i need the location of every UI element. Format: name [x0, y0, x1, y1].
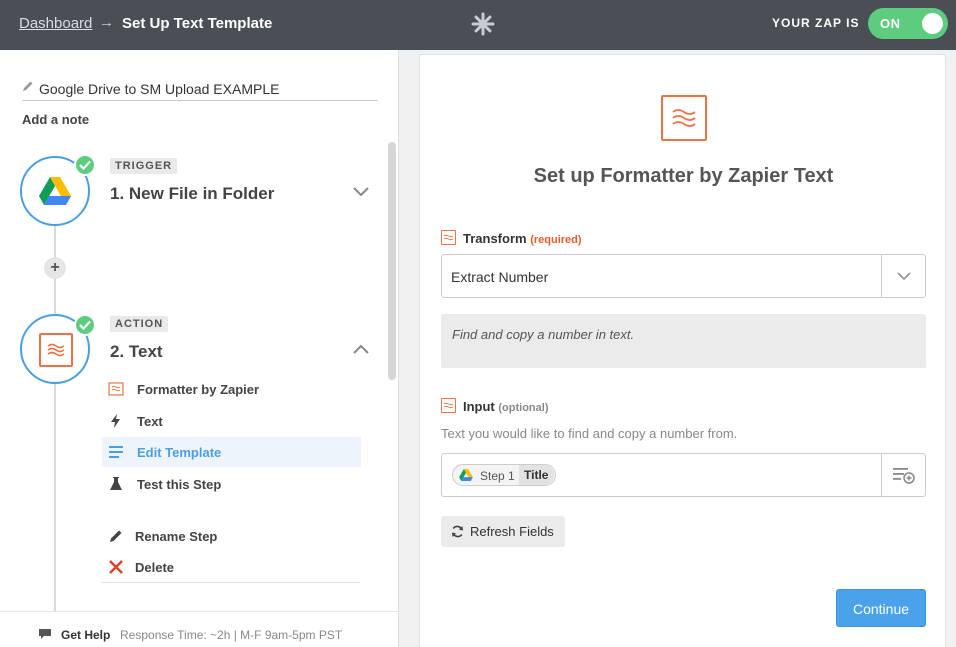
refresh-icon: [452, 525, 463, 538]
menu-item-test-step[interactable]: Test this Step: [102, 469, 361, 499]
transform-help-box: Find and copy a number in text.: [441, 314, 926, 368]
formatter-field-icon: [441, 398, 456, 413]
menu-item-label: Rename Step: [135, 529, 218, 544]
step-1-title[interactable]: 1. New File in Folder: [110, 184, 274, 204]
input-description: Text you would like to find and copy a n…: [441, 426, 738, 441]
zapier-logo-icon[interactable]: [471, 12, 495, 36]
help-bar: Get Help Response Time: ~2h | M-F 9am-5p…: [0, 611, 398, 647]
select-divider: [881, 255, 882, 297]
setup-panel: Set up Formatter by Zapier Text Transfor…: [419, 54, 946, 647]
chat-icon: [39, 629, 51, 639]
add-step-button[interactable]: +: [44, 257, 66, 279]
menu-divider: [102, 582, 360, 583]
breadcrumb-dashboard-link[interactable]: Dashboard: [19, 15, 92, 32]
chevron-down-icon[interactable]: [352, 186, 370, 198]
breadcrumb-current: Set Up Text Template: [122, 15, 273, 32]
chevron-down-icon[interactable]: [897, 272, 911, 281]
response-time-text: Response Time: ~2h | M-F 9am-5pm PST: [120, 628, 343, 642]
token-field-label: Title: [519, 465, 555, 485]
google-drive-icon: [39, 177, 71, 205]
transform-label-text: Transform: [463, 231, 527, 246]
toggle-knob: [922, 13, 943, 34]
input-field[interactable]: Step 1 Title: [441, 453, 926, 497]
close-icon: [109, 560, 123, 574]
get-help-link[interactable]: Get Help: [61, 628, 110, 642]
formatter-icon: [108, 382, 124, 396]
zap-name-text: Google Drive to SM Upload EXAMPLE: [39, 81, 280, 97]
transform-label: Transform (required): [463, 231, 582, 246]
field-token-pill[interactable]: Step 1 Title: [452, 464, 556, 486]
breadcrumb-arrow: →: [99, 14, 114, 31]
menu-item-text[interactable]: Text: [102, 406, 361, 436]
flask-icon: [110, 477, 122, 490]
token-step-label: Step 1: [480, 469, 515, 483]
menu-item-label: Edit Template: [137, 445, 222, 460]
input-label: Input (optional): [463, 399, 549, 414]
chevron-up-icon[interactable]: [352, 343, 370, 355]
menu-item-edit-template[interactable]: Edit Template: [102, 437, 361, 467]
transform-select-value: Extract Number: [451, 269, 549, 285]
menu-item-label: Delete: [135, 560, 175, 575]
menu-item-label: Text: [137, 414, 163, 429]
input-label-text: Input: [463, 399, 495, 414]
optional-tag: (optional): [498, 402, 549, 414]
transform-select[interactable]: Extract Number: [441, 254, 926, 298]
step-1-complete-check-icon: [74, 154, 96, 176]
bolt-icon: [111, 414, 120, 428]
formatter-app-icon: [661, 95, 707, 141]
menu-item-label: Test this Step: [137, 477, 222, 492]
step-2-complete-check-icon: [74, 314, 96, 336]
page-title: Set up Formatter by Zapier Text: [533, 165, 834, 187]
menu-item-label: Formatter by Zapier: [137, 382, 260, 397]
zap-status-label: YOUR ZAP IS: [772, 16, 860, 30]
google-drive-icon: [459, 469, 473, 481]
required-tag: (required): [530, 234, 582, 246]
sidebar: Google Drive to SM Upload EXAMPLE Add a …: [0, 50, 399, 647]
menu-item-formatter[interactable]: Formatter by Zapier: [102, 374, 361, 404]
step-2-title[interactable]: 2. Text: [110, 342, 163, 362]
pencil-icon: [23, 81, 33, 91]
menu-item-rename-step[interactable]: Rename Step: [102, 521, 361, 551]
formatter-field-icon: [441, 230, 456, 245]
sidebar-scrollbar[interactable]: [388, 142, 396, 380]
input-divider: [881, 454, 882, 496]
trigger-badge: TRIGGER: [110, 158, 178, 174]
toggle-label: ON: [880, 16, 901, 31]
formatter-icon: [39, 333, 73, 367]
top-bar: Dashboard → Set Up Text Template YOUR ZA…: [0, 0, 956, 50]
continue-button[interactable]: Continue: [836, 589, 926, 627]
zap-on-toggle[interactable]: ON: [868, 8, 948, 39]
menu-item-delete[interactable]: Delete: [102, 552, 361, 582]
refresh-fields-label: Refresh Fields: [470, 524, 554, 539]
step-connector: [54, 384, 56, 614]
pencil-icon: [110, 530, 122, 542]
insert-field-icon[interactable]: [893, 466, 915, 484]
zap-name-field[interactable]: Google Drive to SM Upload EXAMPLE: [22, 77, 378, 101]
list-icon: [109, 446, 123, 458]
refresh-fields-button[interactable]: Refresh Fields: [441, 516, 565, 547]
transform-help-text: Find and copy a number in text.: [452, 327, 635, 342]
add-note-link[interactable]: Add a note: [22, 112, 89, 127]
action-badge: ACTION: [110, 316, 169, 332]
